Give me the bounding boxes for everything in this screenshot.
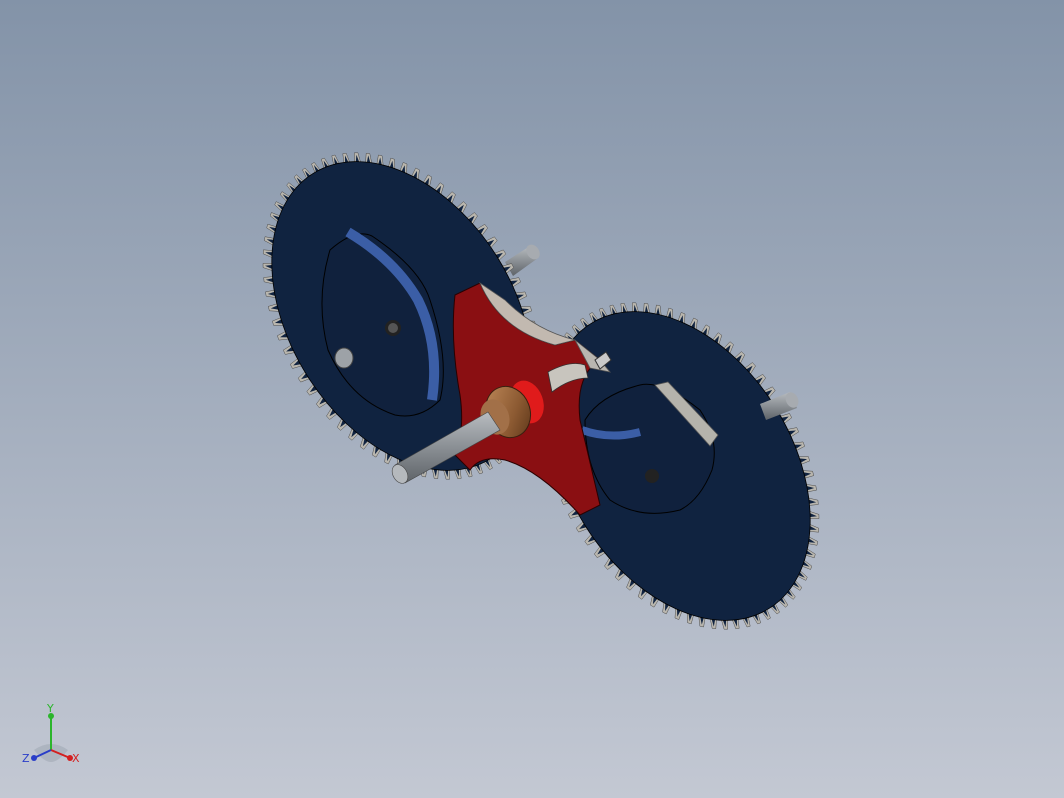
z-axis-tip [31,755,37,761]
3d-model-view[interactable] [0,0,1064,798]
triad-y-label: Y [46,702,54,715]
y-axis-tip [48,713,54,719]
triad-z-label: Z [22,752,30,765]
x-axis-tip [67,755,73,761]
shaft-upper[interactable] [505,242,543,276]
hole-icon [645,469,659,483]
graphics-viewport[interactable]: Y X Z [0,0,1064,798]
orientation-triad[interactable]: Y X Z [16,700,90,774]
pin-left[interactable] [334,347,354,369]
triad-x-label: X [72,752,80,765]
